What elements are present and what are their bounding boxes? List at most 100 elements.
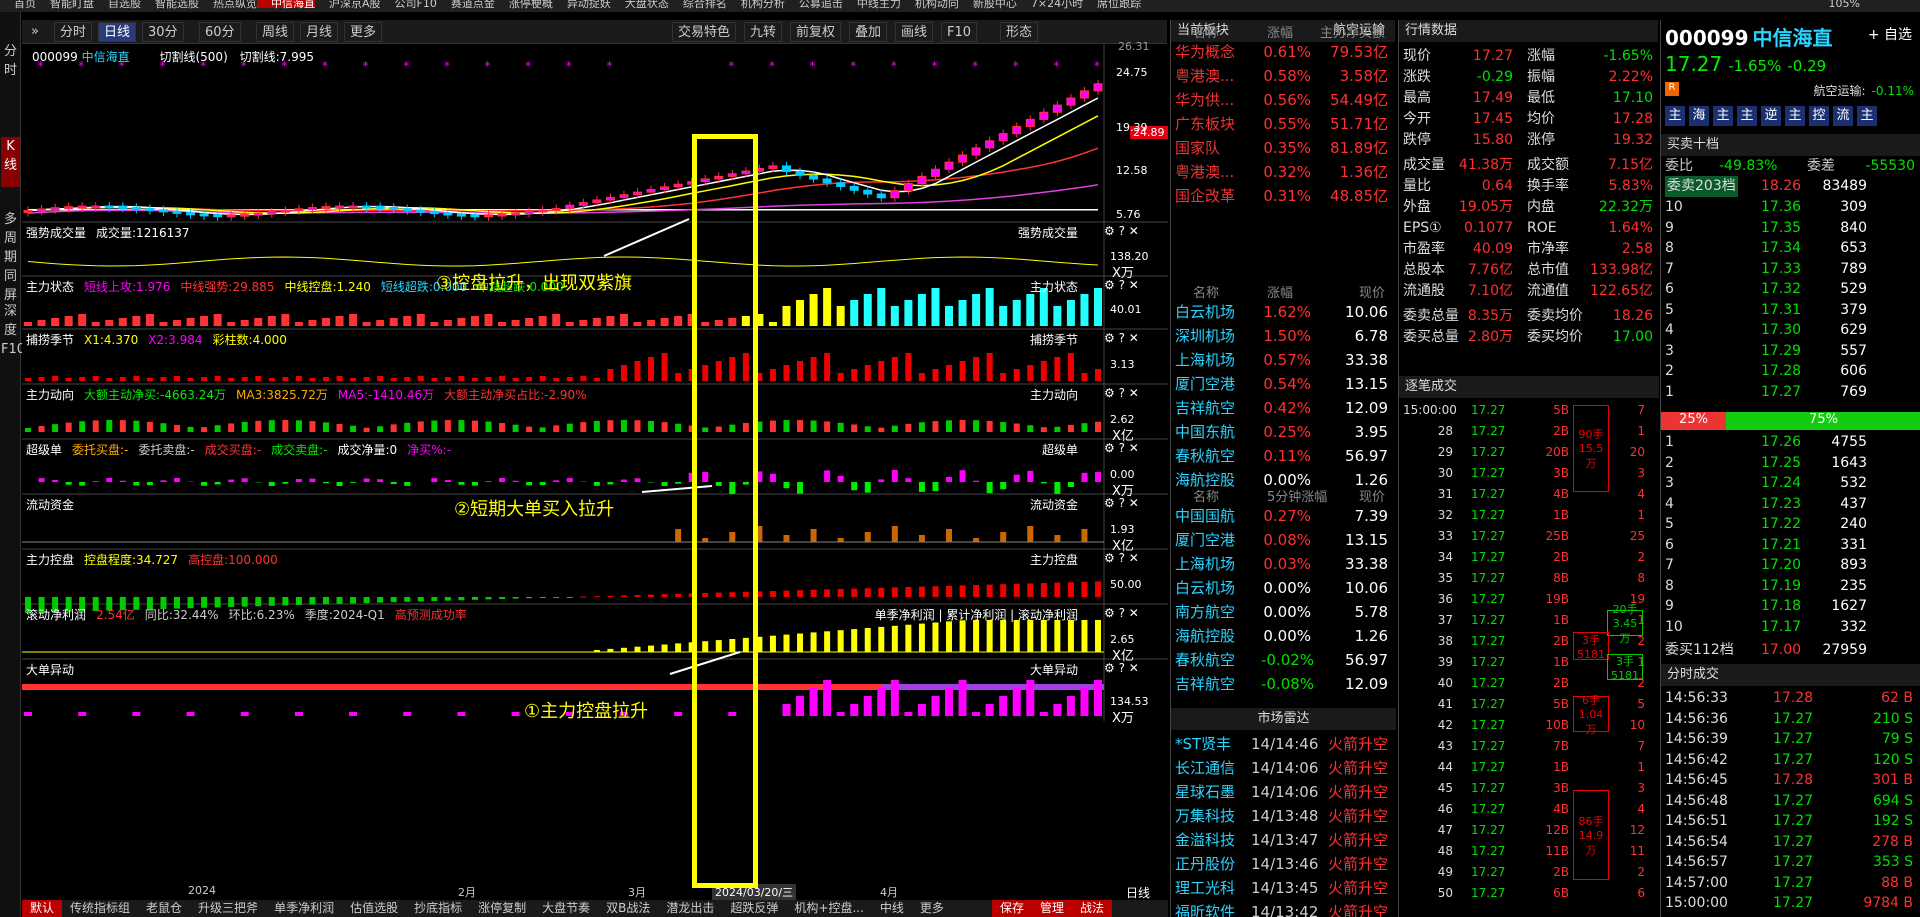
left-tab-kline[interactable]: K线: [1, 137, 20, 187]
ob-level-row[interactable]: 7 17.33 789: [1661, 259, 1920, 280]
topnav-tab[interactable]: 中线主力: [843, 0, 901, 9]
toolbar-button[interactable]: 交易特色: [672, 22, 737, 42]
signal-tag[interactable]: 主: [1665, 106, 1685, 126]
panel-tools[interactable]: ⚙ ? ✕: [1104, 224, 1139, 238]
topnav-tab[interactable]: 涨停梗概: [495, 0, 553, 9]
period-tab[interactable]: 30分: [142, 22, 184, 42]
indicator-tab[interactable]: 战法: [1071, 900, 1112, 917]
panel-tools[interactable]: ⚙ ? ✕: [1104, 606, 1139, 620]
ob-level-row[interactable]: 4 17.30 629: [1661, 320, 1920, 341]
indicator-tab[interactable]: 中线: [872, 900, 912, 917]
sector-row[interactable]: 粤港澳... 0.58% 3.58亿: [1171, 64, 1396, 88]
panel-title[interactable]: 超级单: [26, 443, 62, 457]
period-tab[interactable]: 日线: [98, 22, 137, 42]
signal-tag[interactable]: 主: [1737, 106, 1757, 126]
sector-row[interactable]: 华为概念 0.61% 79.53亿: [1171, 40, 1396, 64]
radar-row[interactable]: 正丹股份 14/13:46 火箭升空: [1171, 852, 1396, 876]
ob-level-row[interactable]: 6 17.21 331: [1661, 535, 1920, 556]
ob-level-row[interactable]: 10 17.36 309: [1661, 197, 1920, 218]
ob-level-row[interactable]: 5 17.31 379: [1661, 300, 1920, 321]
panel-title[interactable]: 主力控盘: [26, 553, 74, 567]
sector-row[interactable]: 粤港澳... 0.32% 1.36亿: [1171, 160, 1396, 184]
signal-tag[interactable]: 控: [1809, 106, 1829, 126]
ob-level-row[interactable]: 2 17.25 1643: [1661, 453, 1920, 474]
radar-row[interactable]: 理工光科 14/13:45 火箭升空: [1171, 876, 1396, 900]
radar-row[interactable]: 长江通信 14/14:06 火箭升空: [1171, 756, 1396, 780]
sector-row[interactable]: 厦门空港 0.08% 13.15: [1171, 528, 1396, 552]
indicator-tab[interactable]: 估值选股: [342, 900, 406, 917]
panel-tools[interactable]: ⚙ ? ✕: [1104, 551, 1139, 565]
expand-icon[interactable]: »: [26, 22, 44, 42]
topnav-tab[interactable]: 机构分析: [727, 0, 785, 9]
panel-title[interactable]: 滚动净利润: [26, 608, 86, 622]
indicator-tab[interactable]: 超跌反弹: [722, 900, 786, 917]
panel-tools[interactable]: ⚙ ? ✕: [1104, 278, 1139, 292]
toolbar-button[interactable]: 画线: [895, 22, 934, 42]
indicator-tab[interactable]: 更多: [912, 900, 952, 917]
indicator-tab[interactable]: 大盘节奏: [534, 900, 598, 917]
left-tab-multi-period[interactable]: 多周期同屏: [1, 210, 20, 303]
sector-row[interactable]: 国企改革 0.31% 48.85亿: [1171, 184, 1396, 208]
radar-row[interactable]: 福昕软件 14/13:42 火箭升空: [1171, 900, 1396, 917]
add-self-select-button[interactable]: + 自选: [1868, 24, 1912, 44]
sector-row[interactable]: 厦门空港 0.54% 13.15: [1171, 372, 1396, 396]
period-tab[interactable]: 60分: [199, 22, 241, 42]
period-tab[interactable]: 月线: [300, 22, 339, 42]
sector-row[interactable]: 上海机场 0.03% 33.38: [1171, 552, 1396, 576]
topnav-tab[interactable]: 公司F10: [381, 0, 437, 9]
sector-row[interactable]: 上海机场 0.57% 33.38: [1171, 348, 1396, 372]
topnav-tab[interactable]: 中信海直: [257, 0, 315, 9]
signal-tag[interactable]: 主: [1785, 106, 1805, 126]
indicator-tab[interactable]: 涨停复制: [470, 900, 534, 917]
radar-row[interactable]: 星球石墨 14/14:06 火箭升空: [1171, 780, 1396, 804]
topnav-tab[interactable]: 自选股: [94, 0, 141, 9]
panel-tools[interactable]: ⚙ ? ✕: [1104, 331, 1139, 345]
ob-level-row[interactable]: 1 17.27 769: [1661, 382, 1920, 403]
panel-title[interactable]: 强势成交量: [26, 226, 86, 240]
left-tab-fenshi[interactable]: 分时: [1, 42, 20, 82]
topnav-tab[interactable]: 机构动向: [901, 0, 959, 9]
topnav-tab[interactable]: 大盘状态: [611, 0, 669, 9]
indicator-tab[interactable]: 双B战法: [598, 900, 658, 917]
sector-row[interactable]: 吉祥航空 -0.08% 12.09: [1171, 672, 1396, 696]
panel-title[interactable]: 主力动向: [26, 388, 74, 402]
panel-title[interactable]: 主力状态: [26, 280, 74, 294]
topnav-tab[interactable]: 席位跟踪: [1083, 0, 1141, 9]
toolbar-button[interactable]: 九转: [744, 22, 783, 42]
indicator-tab[interactable]: 抄底指标: [406, 900, 470, 917]
period-tab[interactable]: 更多: [344, 22, 383, 42]
topnav-tab[interactable]: 公募追击: [785, 0, 843, 9]
ob-level-row[interactable]: 3 17.24 532: [1661, 473, 1920, 494]
ob-level-row[interactable]: 1 17.26 4755: [1661, 432, 1920, 453]
topnav-tab[interactable]: 沪深京A股: [315, 0, 381, 9]
radar-row[interactable]: 万集科技 14/13:48 火箭升空: [1171, 804, 1396, 828]
toolbar-button[interactable]: 叠加: [849, 22, 888, 42]
chart-area[interactable]: * * * * * * * * * * * * * * * * * * * * * * * * * 000099 中信海直 切割…: [22, 40, 1168, 900]
signal-tag[interactable]: 主: [1713, 106, 1733, 126]
topnav-tab[interactable]: 热点纵览: [199, 0, 257, 9]
signal-tag[interactable]: 流: [1833, 106, 1853, 126]
topnav-tab[interactable]: 赛道点金: [437, 0, 495, 9]
ob-level-row[interactable]: 8 17.34 653: [1661, 238, 1920, 259]
indicator-tab[interactable]: 传统指标组: [62, 900, 138, 917]
toolbar-button[interactable]: 形态: [1000, 22, 1039, 42]
sector-row[interactable]: 深圳机场 1.50% 6.78: [1171, 324, 1396, 348]
ob-level-row[interactable]: 5 17.22 240: [1661, 514, 1920, 535]
panel-tools[interactable]: ⚙ ? ✕: [1104, 661, 1139, 675]
sector-row[interactable]: 国家队 0.35% 81.89亿: [1171, 136, 1396, 160]
sector-row[interactable]: 春秋航空 0.11% 56.97: [1171, 444, 1396, 468]
panel-tools[interactable]: ⚙ ? ✕: [1104, 441, 1139, 455]
panel-tools[interactable]: ⚙ ? ✕: [1104, 496, 1139, 510]
sector-row[interactable]: 春秋航空 -0.02% 56.97: [1171, 648, 1396, 672]
indicator-tab[interactable]: 单季净利润: [266, 900, 342, 917]
sector-row[interactable]: 海航控股 0.00% 1.26: [1171, 624, 1396, 648]
sector-row[interactable]: 南方航空 0.00% 5.78: [1171, 600, 1396, 624]
indicator-tab[interactable]: 默认: [22, 900, 63, 917]
topnav-tab[interactable]: 综合排名: [669, 0, 727, 9]
topnav-tab[interactable]: 7×24小时: [1017, 0, 1083, 9]
radar-row[interactable]: 金溢科技 14/13:47 火箭升空: [1171, 828, 1396, 852]
ob-level-row[interactable]: 9 17.35 840: [1661, 218, 1920, 239]
sector-row[interactable]: 白云机场 0.00% 10.06: [1171, 576, 1396, 600]
signal-tag[interactable]: 主: [1857, 106, 1877, 126]
topnav-tab[interactable]: 首页: [0, 0, 36, 9]
